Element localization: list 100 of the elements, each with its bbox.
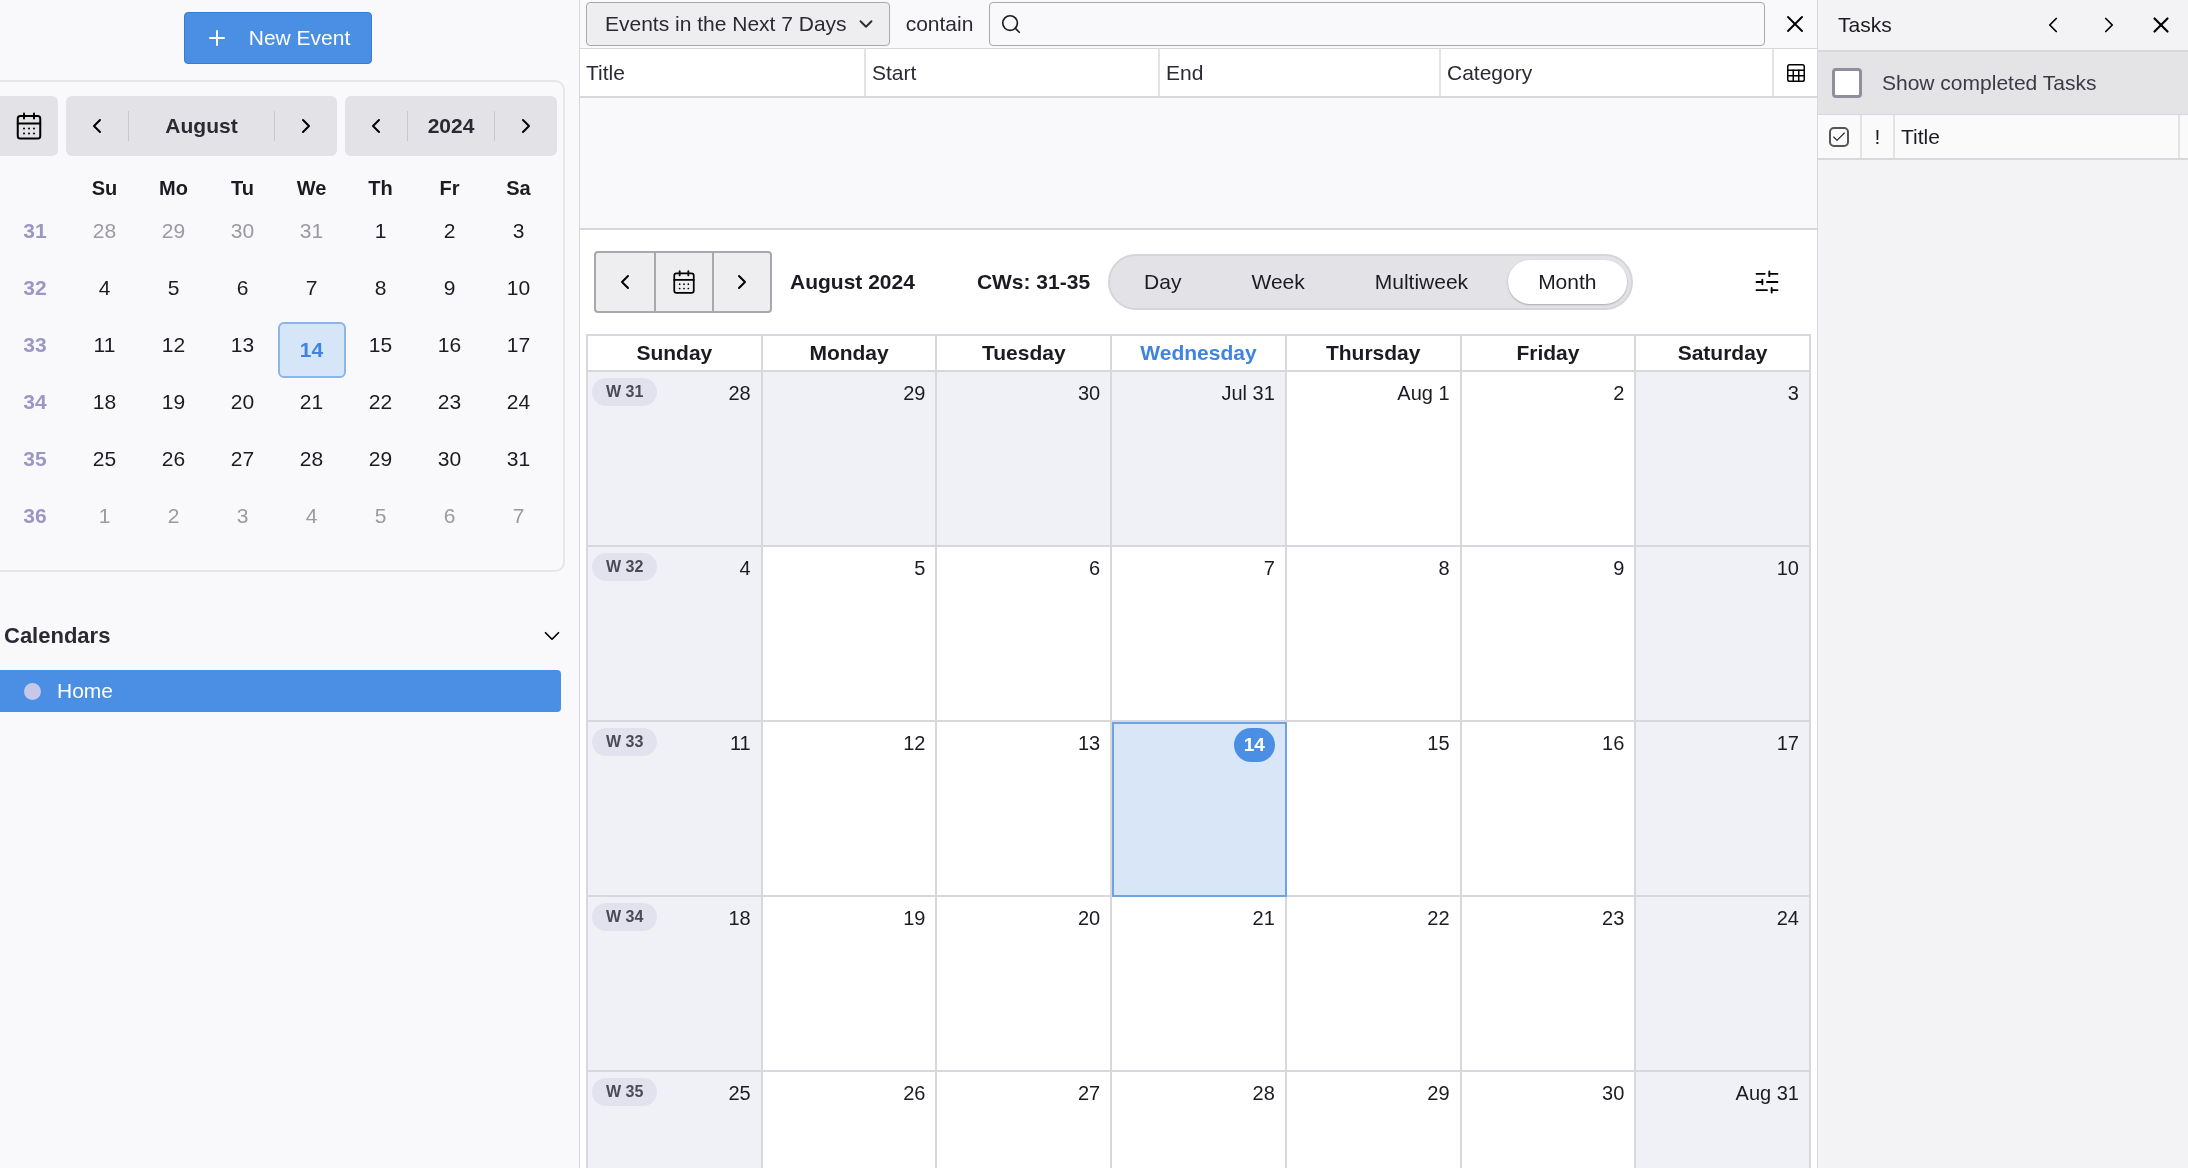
week-badge: W 32 bbox=[592, 553, 658, 581]
day-number: 26 bbox=[903, 1081, 926, 1105]
day-cell[interactable]: Aug 1 bbox=[1286, 372, 1462, 547]
mini-calendar-day[interactable]: 17 bbox=[506, 322, 531, 367]
filter-dropdown[interactable]: Events in the Next 7 Days bbox=[586, 2, 890, 46]
settings-button[interactable] bbox=[1753, 268, 1781, 296]
day-number: 5 bbox=[914, 556, 926, 580]
week-badge: W 31 bbox=[592, 378, 658, 406]
mini-calendar-day[interactable]: 7 bbox=[305, 265, 318, 310]
day-cell[interactable]: 9 bbox=[1461, 547, 1637, 722]
day-cell[interactable]: 21 bbox=[1112, 897, 1287, 1072]
day-cell[interactable]: 29 bbox=[762, 372, 938, 547]
day-cell[interactable]: 15 bbox=[1286, 722, 1462, 897]
filter-label: contain bbox=[905, 12, 974, 36]
mini-calendar-day[interactable]: 8 bbox=[374, 265, 387, 310]
mini-calendar-day[interactable]: 28 bbox=[299, 436, 324, 481]
column-header[interactable]: Title bbox=[580, 49, 866, 96]
day-cell[interactable]: W 34 18 bbox=[588, 897, 763, 1072]
mini-calendar-day[interactable]: 6 bbox=[236, 265, 249, 310]
day-number: 28 bbox=[728, 381, 751, 405]
view-tab[interactable]: Multiweek bbox=[1344, 260, 1499, 304]
mini-calendar-day[interactable]: 13 bbox=[230, 322, 255, 367]
mini-calendar-day[interactable]: 3 bbox=[512, 208, 525, 253]
day-cell[interactable]: 20 bbox=[937, 897, 1113, 1072]
day-cell[interactable]: 16 bbox=[1461, 722, 1637, 897]
mini-calendar-day[interactable]: 4 bbox=[98, 265, 111, 310]
mini-calendar-day[interactable]: 5 bbox=[167, 265, 180, 310]
view-tab[interactable]: Month bbox=[1508, 260, 1627, 304]
mini-calendar-day[interactable]: 30 bbox=[437, 436, 462, 481]
mini-calendar-day[interactable]: 2 bbox=[443, 208, 456, 253]
day-cell[interactable]: 12 bbox=[762, 722, 938, 897]
mini-calendar-day[interactable]: 26 bbox=[161, 436, 186, 481]
column-header[interactable]: Start bbox=[866, 49, 1160, 96]
column-header[interactable]: ! bbox=[1862, 115, 1895, 158]
view-tab[interactable]: Week bbox=[1221, 260, 1335, 304]
column-header[interactable]: Title bbox=[1895, 115, 2180, 158]
year-label: 2024 bbox=[426, 114, 476, 138]
weekday-label: We bbox=[295, 176, 328, 201]
day-number: 4 bbox=[739, 556, 751, 580]
week-number: 34 bbox=[22, 389, 48, 415]
mini-calendar-day[interactable]: 22 bbox=[368, 379, 393, 424]
day-cell[interactable]: 7 bbox=[1112, 547, 1287, 722]
day-cell[interactable]: 30 bbox=[937, 372, 1113, 547]
day-cell[interactable]: Jul 31 bbox=[1112, 372, 1287, 547]
day-cell[interactable]: 2 bbox=[1461, 372, 1637, 547]
day-cell[interactable]: 5 bbox=[762, 547, 938, 722]
day-number: 25 bbox=[728, 1081, 751, 1105]
column-header[interactable]: Category bbox=[1441, 49, 1774, 96]
day-number: 29 bbox=[1427, 1081, 1450, 1105]
day-cell[interactable]: 13 bbox=[937, 722, 1113, 897]
mini-calendar-day[interactable]: 16 bbox=[437, 322, 462, 367]
search-icon bbox=[1000, 13, 1023, 35]
day-cell[interactable]: 23 bbox=[1461, 897, 1637, 1072]
week-badge: W 34 bbox=[592, 903, 658, 931]
day-number: 13 bbox=[1077, 731, 1101, 755]
mini-calendar-day[interactable]: 10 bbox=[506, 265, 531, 310]
day-cell[interactable]: 17 bbox=[1636, 722, 1811, 897]
day-cell[interactable]: 19 bbox=[762, 897, 938, 1072]
day-number: 12 bbox=[903, 731, 926, 755]
day-cell[interactable]: Aug 31 bbox=[1636, 1072, 1811, 1168]
today-button[interactable] bbox=[0, 96, 58, 156]
mini-calendar-day[interactable]: 27 bbox=[230, 436, 255, 481]
day-cell[interactable]: 8 bbox=[1286, 547, 1462, 722]
mini-calendar-day[interactable]: 15 bbox=[368, 322, 393, 367]
day-number: 7 bbox=[1263, 556, 1275, 580]
day-number: 3 bbox=[1787, 381, 1799, 405]
day-cell[interactable]: 22 bbox=[1286, 897, 1462, 1072]
mini-calendar-day[interactable]: 9 bbox=[443, 265, 456, 310]
mini-calendar-day[interactable]: 1 bbox=[374, 208, 387, 253]
day-cell[interactable]: W 33 11 bbox=[588, 722, 763, 897]
day-number: 17 bbox=[1776, 731, 1799, 755]
mini-calendar-day[interactable]: 23 bbox=[437, 379, 462, 424]
day-number: 29 bbox=[903, 381, 926, 405]
day-number: 18 bbox=[728, 906, 751, 930]
mini-calendar-day[interactable]: 29 bbox=[368, 436, 393, 481]
day-cell[interactable]: 6 bbox=[937, 547, 1113, 722]
day-number: 10 bbox=[1776, 556, 1799, 580]
mini-calendar-day[interactable]: 21 bbox=[299, 379, 324, 424]
checkbox[interactable] bbox=[1832, 68, 1862, 98]
day-cell[interactable]: 10 bbox=[1636, 547, 1811, 722]
day-cell[interactable]: 24 bbox=[1636, 897, 1811, 1072]
day-cell[interactable]: W 35 25 bbox=[588, 1072, 763, 1168]
day-cell[interactable]: W 32 4 bbox=[588, 547, 763, 722]
day-number: 19 bbox=[903, 906, 926, 930]
mini-calendar-day[interactable]: 31 bbox=[506, 436, 531, 481]
calendars-heading: Calendars bbox=[4, 623, 111, 649]
calendar-icon bbox=[14, 111, 44, 141]
mini-calendar-day[interactable]: 19 bbox=[161, 379, 186, 424]
mini-calendar-day[interactable]: 20 bbox=[230, 379, 255, 424]
day-cell[interactable]: W 31 28 bbox=[588, 372, 763, 547]
mini-calendar-day[interactable]: 11 bbox=[93, 322, 116, 367]
column-header[interactable]: End bbox=[1160, 49, 1441, 96]
search-field[interactable] bbox=[989, 2, 1765, 46]
view-tab[interactable]: Day bbox=[1114, 260, 1212, 304]
mini-calendar-day[interactable]: 12 bbox=[161, 322, 186, 367]
table-icon bbox=[1784, 61, 1807, 84]
day-cell[interactable]: 3 bbox=[1636, 372, 1811, 547]
mini-calendar-day[interactable]: 25 bbox=[92, 436, 117, 481]
mini-calendar-day[interactable]: 24 bbox=[506, 379, 531, 424]
mini-calendar-day[interactable]: 18 bbox=[92, 379, 117, 424]
